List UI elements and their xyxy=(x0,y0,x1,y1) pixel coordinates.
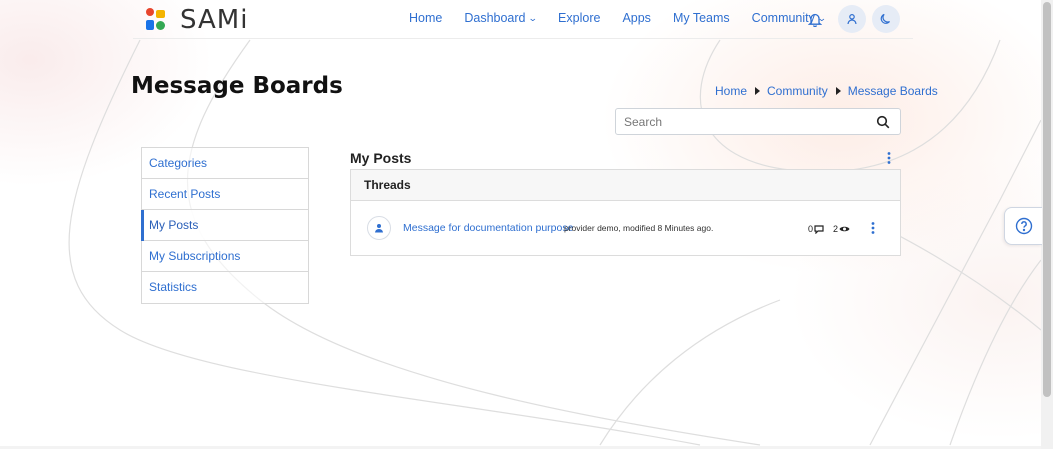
list-item: Message for documentation purpose provid… xyxy=(351,201,900,256)
more-options-icon[interactable] xyxy=(885,151,893,170)
nav-label: Home xyxy=(409,11,443,25)
page-scrollbar[interactable] xyxy=(1041,0,1053,449)
user-menu-button[interactable] xyxy=(838,5,866,33)
page-title: Message Boards xyxy=(131,73,343,99)
reply-count-value: 0 xyxy=(808,224,814,234)
user-icon xyxy=(847,13,857,25)
theme-toggle-button[interactable] xyxy=(872,5,900,33)
avatar xyxy=(367,216,391,240)
reply-count: 0 xyxy=(808,224,824,234)
brand-logo[interactable]: SAMi xyxy=(146,5,248,35)
caret-right-icon xyxy=(755,87,761,95)
threads-panel: Threads Message for documentation purpos… xyxy=(350,169,901,256)
nav-label: Explore xyxy=(558,11,601,25)
logo-mark-icon xyxy=(146,8,168,32)
sidebar-item-recent-posts[interactable]: Recent Posts xyxy=(142,179,308,210)
view-count: 2 xyxy=(833,224,850,234)
user-icon xyxy=(375,224,383,233)
nav-label: Dashboard xyxy=(464,11,526,25)
sidebar-item-categories[interactable]: Categories xyxy=(142,148,308,179)
nav-item-explore[interactable]: Explore xyxy=(558,11,600,25)
bell-icon[interactable] xyxy=(806,10,824,28)
brand-name: SAMi xyxy=(180,5,249,35)
help-button[interactable] xyxy=(1004,207,1042,245)
view-count-value: 2 xyxy=(833,224,839,234)
breadcrumb-home[interactable]: Home xyxy=(715,84,747,98)
thread-options-icon[interactable] xyxy=(869,221,877,240)
moon-icon xyxy=(880,13,890,24)
section-title: My Posts xyxy=(350,150,412,166)
search-box xyxy=(615,108,901,135)
nav-icon-group xyxy=(806,5,906,33)
comment-icon xyxy=(814,224,824,234)
nav-label: My Teams xyxy=(672,11,730,25)
scrollbar-thumb[interactable] xyxy=(1043,2,1051,397)
threads-header: Threads xyxy=(351,170,900,201)
top-navigation-bar: SAMi Home Dashboard ⌄ Explore Apps My Tea… xyxy=(0,0,1041,38)
caret-right-icon xyxy=(835,87,841,95)
search-icon[interactable] xyxy=(876,115,890,134)
nav-item-apps[interactable]: Apps xyxy=(622,11,651,25)
message-board-sidebar: Categories Recent Posts My Posts My Subs… xyxy=(141,147,309,304)
nav-item-dashboard[interactable]: Dashboard ⌄ xyxy=(464,11,538,25)
nav-item-home[interactable]: Home xyxy=(409,11,442,25)
nav-label: Apps xyxy=(622,11,651,25)
thread-meta: provider demo, modified 8 Minutes ago. xyxy=(564,223,714,233)
thread-title-link[interactable]: Message for documentation purpose xyxy=(403,222,573,234)
breadcrumb: Home Community Message Boards xyxy=(715,84,938,98)
breadcrumb-message-boards[interactable]: Message Boards xyxy=(848,84,938,98)
nav-item-my-teams[interactable]: My Teams xyxy=(673,11,730,25)
help-icon xyxy=(1015,217,1032,235)
eye-icon xyxy=(839,226,850,232)
sidebar-item-my-posts[interactable]: My Posts xyxy=(141,210,308,241)
header-divider xyxy=(133,38,913,39)
chevron-down-icon: ⌄ xyxy=(527,12,538,23)
breadcrumb-community[interactable]: Community xyxy=(767,84,828,98)
sidebar-item-my-subscriptions[interactable]: My Subscriptions xyxy=(142,241,308,272)
sidebar-item-statistics[interactable]: Statistics xyxy=(142,272,308,303)
search-input[interactable] xyxy=(616,109,856,134)
thread-stats: 0 2 xyxy=(808,224,859,234)
main-nav: Home Dashboard ⌄ Explore Apps My Teams Co… xyxy=(409,11,847,25)
